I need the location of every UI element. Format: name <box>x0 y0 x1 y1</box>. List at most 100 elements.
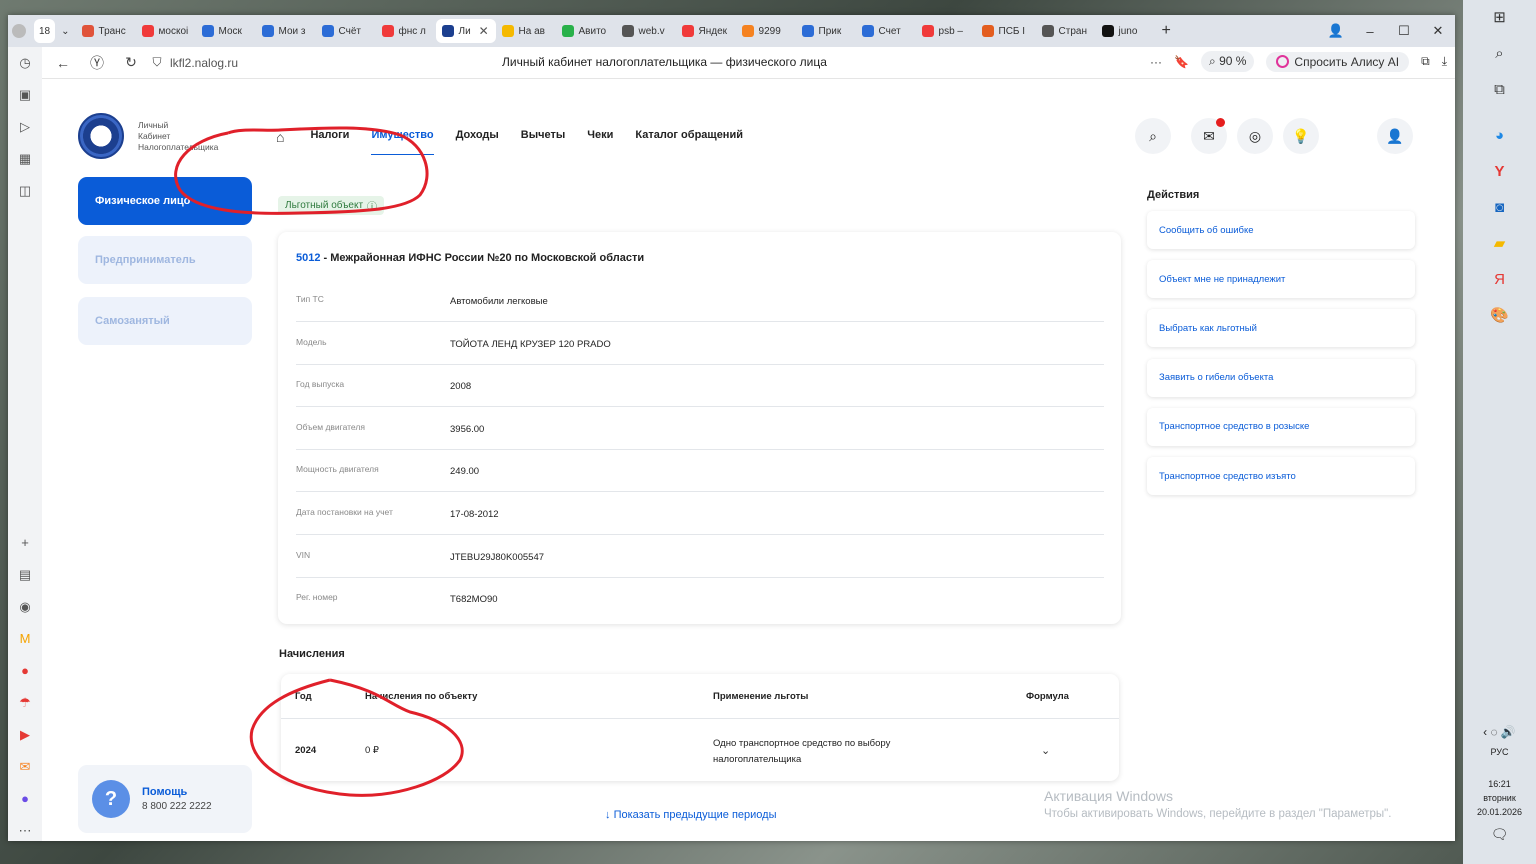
profile-avatar[interactable] <box>8 19 34 43</box>
browser-tab[interactable]: Прик <box>796 19 856 43</box>
tab-counter[interactable]: 18 <box>34 19 56 43</box>
sidebar-plus-icon[interactable]: + <box>8 527 42 559</box>
messenger-icon[interactable]: ● <box>8 783 42 815</box>
task-view-icon[interactable]: ⧉ <box>1463 72 1536 108</box>
browser-tab[interactable]: Авито <box>556 19 616 43</box>
action-button[interactable]: Сообщить об ошибке <box>1147 211 1415 249</box>
taskbar-search-icon[interactable]: ⌕ <box>1463 36 1536 72</box>
url-field[interactable]: lkfl2.nalog.ru <box>170 56 238 70</box>
explorer-icon[interactable]: ▰ <box>1463 226 1536 262</box>
watermark-text: Чтобы активировать Windows, перейдите в … <box>1044 808 1392 820</box>
paint-icon[interactable]: 🎨 <box>1463 298 1536 334</box>
extensions-icon[interactable]: ⧉ <box>1421 54 1430 69</box>
browser-tab[interactable]: Яндек <box>676 19 736 43</box>
search-icon[interactable]: ⌕ <box>1135 118 1171 154</box>
sidebar-more-icon[interactable]: ⋯ <box>8 815 42 841</box>
browser-tab[interactable]: На ав <box>496 19 556 43</box>
windows-start-icon[interactable]: ⊞ <box>1463 0 1536 36</box>
action-button[interactable]: Объект мне не принадлежит <box>1147 260 1415 299</box>
table-row[interactable]: 2024 0 ₽ Одно транспортное средство по в… <box>281 718 1119 781</box>
maximize-icon[interactable]: ☐ <box>1387 15 1421 47</box>
browser-tab[interactable]: juno <box>1096 19 1156 43</box>
tab-count: 18 <box>39 25 51 37</box>
col-amount: Начисления по объекту <box>365 691 478 702</box>
sidebar-entrepreneur[interactable]: Предприниматель <box>78 236 252 284</box>
screenshot-icon[interactable]: ◫ <box>8 175 42 207</box>
clock-time[interactable]: 16:21 <box>1463 777 1536 791</box>
browser-tab[interactable]: москоі <box>136 19 196 43</box>
language-indicator[interactable]: РУС <box>1463 745 1536 759</box>
minimize-icon[interactable]: – <box>1353 15 1387 47</box>
site-logo[interactable]: Личный Кабинет Налогоплательщика <box>78 113 218 159</box>
more-icon[interactable]: ··· <box>1150 55 1162 69</box>
browser-tab[interactable]: Транс <box>76 19 136 43</box>
nav-requests[interactable]: Каталог обращений <box>635 129 743 155</box>
tab-list-button[interactable]: ⌄ <box>55 19 75 43</box>
browser-tab[interactable]: ПСБ I <box>976 19 1036 43</box>
nav-receipts[interactable]: Чеки <box>587 129 613 155</box>
expand-chevron-icon[interactable]: ⌄ <box>1041 744 1050 757</box>
app-icon-3[interactable]: М <box>8 623 42 655</box>
app-icon-2[interactable]: ◉ <box>8 591 42 623</box>
action-button[interactable]: Транспортное средство изъято <box>1147 457 1415 495</box>
collections-icon[interactable]: ▣ <box>8 79 42 111</box>
visibility-icon[interactable]: ◎ <box>1237 118 1273 154</box>
nav-taxes[interactable]: Налоги <box>310 129 349 155</box>
app-icon-1[interactable]: ▤ <box>8 559 42 591</box>
yandex-browser-icon[interactable]: Y <box>1463 154 1536 190</box>
tray-icons[interactable]: ‹ ◌ 🔊 <box>1463 725 1536 739</box>
tab-close-icon[interactable]: ✕ <box>479 24 489 38</box>
inspection-code[interactable]: 5012 <box>296 252 320 264</box>
history-icon[interactable]: ◷ <box>8 47 42 79</box>
browser-tab[interactable]: 9299 <box>736 19 796 43</box>
nav-income[interactable]: Доходы <box>456 129 499 155</box>
show-previous-link[interactable]: ↓ Показать предыдущие периоды <box>605 809 776 821</box>
bookmark-icon[interactable]: 🔖 <box>1174 55 1189 69</box>
new-tab-button[interactable]: + <box>1156 19 1177 43</box>
back-icon[interactable]: ← <box>46 47 80 79</box>
notifications-icon[interactable]: 🗨 <box>1463 827 1536 841</box>
yandex-icon[interactable]: Ⓨ <box>80 47 114 79</box>
reload-icon[interactable]: ↻ <box>114 47 148 79</box>
browser-tab[interactable]: Ли ✕ <box>435 19 496 43</box>
browser-tab[interactable]: Счет <box>856 19 916 43</box>
action-button[interactable]: Выбрать как льготный <box>1147 309 1415 348</box>
sidebar-individual[interactable]: Физическое лицо <box>78 177 252 225</box>
browser-tab[interactable]: psb – <box>916 19 976 43</box>
browser-tab[interactable]: web.v <box>616 19 676 43</box>
location-icon[interactable]: ● <box>8 655 42 687</box>
messages-icon[interactable]: ✉ <box>1191 118 1227 154</box>
nav-deductions[interactable]: Вычеты <box>521 129 565 155</box>
help-block[interactable]: ? Помощь 8 800 222 2222 <box>78 765 252 833</box>
alice-button[interactable]: Спросить Алису AI <box>1266 51 1410 72</box>
outlook-icon[interactable]: ◙ <box>1463 190 1536 226</box>
vehicle-field-row: Мощность двигателя 249.00 <box>296 450 1104 493</box>
download-icon[interactable]: ⤓ <box>1442 54 1447 69</box>
user-icon[interactable]: 👤 <box>1377 118 1413 154</box>
nav-property[interactable]: Имущество <box>371 129 434 155</box>
zoom-button[interactable]: ⌕ 90 % <box>1200 51 1255 72</box>
mail-app-icon[interactable]: ✉ <box>8 751 42 783</box>
umbrella-icon[interactable]: ☂ <box>8 687 42 719</box>
browser-tab[interactable]: Счёт <box>316 19 376 43</box>
field-label: Мощность двигателя <box>296 464 379 475</box>
browser-tab[interactable]: фнс л <box>376 19 436 43</box>
browser-tab[interactable]: Мои з <box>256 19 316 43</box>
home-icon[interactable]: ⌂ <box>276 129 284 155</box>
action-button[interactable]: Транспортное средство в розыске <box>1147 407 1415 446</box>
edge-icon[interactable]: ◕ <box>1463 118 1536 154</box>
yandex-icon[interactable]: Я <box>1463 262 1536 298</box>
profile-icon[interactable]: 👤 <box>1319 15 1353 47</box>
close-icon[interactable]: ✕ <box>1421 15 1455 47</box>
calendar-icon[interactable]: ▦ <box>8 143 42 175</box>
info-icon[interactable]: ⓘ <box>367 198 377 213</box>
browser-tab[interactable]: Моск <box>196 19 256 43</box>
action-button[interactable]: Заявить о гибели объекта <box>1147 358 1415 397</box>
video-icon[interactable]: ▷ <box>8 111 42 143</box>
bulb-icon[interactable]: 💡 <box>1283 118 1319 154</box>
sidebar-selfemployed[interactable]: Самозанятый <box>78 297 252 345</box>
col-formula: Формула <box>1026 691 1069 702</box>
browser-tab[interactable]: Стран <box>1036 19 1096 43</box>
youtube-icon[interactable]: ▶ <box>8 719 42 751</box>
clock-date: 20.01.2026 <box>1476 807 1523 817</box>
